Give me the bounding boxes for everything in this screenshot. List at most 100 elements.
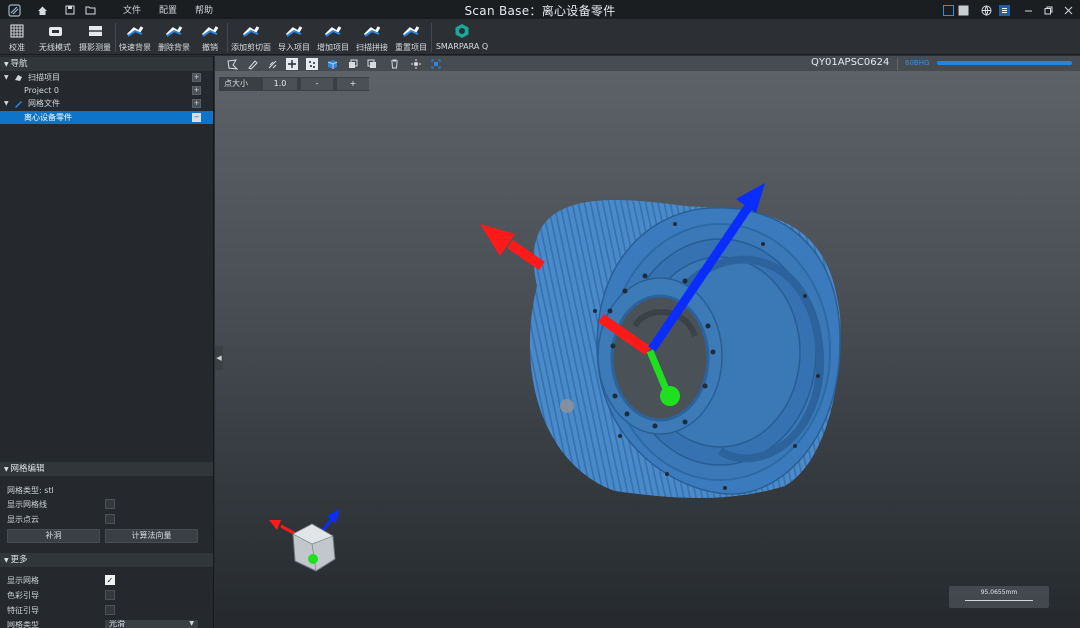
fill-holes-button[interactable]: 补洞 bbox=[7, 529, 100, 543]
mesh-type-select[interactable]: 光滑 ▼ bbox=[105, 620, 198, 628]
add-project-label: 增加项目 bbox=[317, 43, 349, 52]
layout-split-icon[interactable] bbox=[955, 2, 971, 18]
tree-item-label: Project 0 bbox=[24, 86, 60, 95]
mesh-file-icon bbox=[14, 99, 23, 108]
wireless-mode-button[interactable]: 无线模式 bbox=[36, 21, 74, 54]
import-project-label: 导入项目 bbox=[278, 43, 310, 52]
app-window: 文件 配置 帮助 Scan Base：离心设备零件 校准 无线模式 摄影测量 快… bbox=[0, 0, 1080, 628]
tree-item-scan-projects[interactable]: ▼ 扫描项目 + bbox=[0, 71, 213, 84]
smarpara-logo-icon bbox=[454, 21, 470, 41]
toolbar-separator bbox=[227, 23, 228, 52]
save-icon[interactable] bbox=[62, 2, 78, 18]
delete-background-icon bbox=[165, 21, 183, 41]
scale-value-text: 95.0655mm bbox=[980, 589, 1018, 596]
scan-project-icon bbox=[14, 73, 23, 82]
nav-header-label: 导航 bbox=[10, 59, 28, 69]
color-guide-label: 色彩引导 bbox=[7, 591, 39, 600]
tree-item-mesh-files[interactable]: ▼ 网格文件 + bbox=[0, 97, 213, 110]
undo-button[interactable]: 撤销 bbox=[198, 21, 222, 54]
scale-bar-line bbox=[965, 600, 1033, 601]
main-toolbar: 校准 无线模式 摄影测量 快速背景 删除背景 撤销 添加剪切面 导入项目 增加项… bbox=[0, 20, 1080, 55]
remove-mesh-button[interactable]: − bbox=[192, 113, 201, 122]
language-globe-icon[interactable] bbox=[978, 2, 994, 18]
smarpara-q-label: SMARPARA Q bbox=[435, 42, 489, 51]
home-icon[interactable] bbox=[34, 2, 50, 18]
show-wireframe-checkbox[interactable] bbox=[105, 499, 115, 509]
orientation-cube[interactable] bbox=[269, 509, 340, 572]
smarpara-q-button[interactable]: SMARPARA Q bbox=[435, 21, 489, 54]
left-panel: ▼ 导航 ▼ 扫描项目 + Project 0 + ▼ 网格文件 + 离心设备零… bbox=[0, 56, 214, 628]
add-scan-project-button[interactable]: + bbox=[192, 73, 201, 82]
3d-viewport[interactable]: QY01APSC0624 60BHG 点大小 1.0 - + ◀ 95.0655… bbox=[215, 56, 1080, 628]
project0-action-button[interactable]: + bbox=[192, 86, 201, 95]
calibrate-button[interactable]: 校准 bbox=[4, 21, 30, 54]
quick-background-icon bbox=[126, 21, 144, 41]
more-section-header[interactable]: ▼ 更多 bbox=[0, 553, 213, 567]
chevron-down-icon: ▼ bbox=[189, 620, 194, 627]
add-project-button[interactable]: 增加项目 bbox=[316, 21, 350, 54]
add-project-icon bbox=[324, 21, 342, 41]
tree-item-centrifuge-part[interactable]: 离心设备零件 − bbox=[0, 111, 213, 124]
import-project-icon bbox=[285, 21, 303, 41]
photogrammetry-label: 摄影测量 bbox=[79, 43, 111, 52]
quick-background-button[interactable]: 快速背景 bbox=[118, 21, 152, 54]
delete-background-label: 删除背景 bbox=[158, 43, 190, 52]
show-point-cloud-checkbox[interactable] bbox=[105, 514, 115, 524]
show-point-cloud-label: 显示点云 bbox=[7, 515, 39, 524]
centrifuge-part-model[interactable] bbox=[529, 199, 841, 498]
delete-background-button[interactable]: 删除背景 bbox=[157, 21, 191, 54]
nav-section-header[interactable]: ▼ 导航 bbox=[0, 57, 213, 71]
scan-stitch-button[interactable]: 扫描拼接 bbox=[355, 21, 389, 54]
photogrammetry-icon bbox=[88, 21, 103, 41]
mesh-edit-header-label: 网格编辑 bbox=[10, 464, 45, 474]
calibration-grid-icon bbox=[10, 21, 24, 41]
reset-project-icon bbox=[402, 21, 420, 41]
undo-icon bbox=[201, 21, 219, 41]
scan-stitch-icon bbox=[363, 21, 381, 41]
expand-arrow-icon: ▼ bbox=[4, 74, 9, 81]
menu-list-icon[interactable] bbox=[996, 2, 1012, 18]
scale-indicator: 95.0655mm bbox=[949, 586, 1049, 608]
expand-arrow-icon: ▼ bbox=[4, 100, 9, 107]
more-header-label: 更多 bbox=[10, 555, 28, 565]
toolbar-separator bbox=[115, 23, 116, 52]
open-folder-icon[interactable] bbox=[82, 2, 98, 18]
compute-normals-button[interactable]: 计算法向量 bbox=[105, 529, 198, 543]
quick-background-label: 快速背景 bbox=[119, 43, 151, 52]
calibrate-label: 校准 bbox=[9, 43, 25, 52]
minimize-icon[interactable] bbox=[1020, 2, 1036, 18]
toolbar-separator bbox=[431, 23, 432, 52]
show-mesh-checkbox[interactable]: ✓ bbox=[105, 575, 115, 585]
menu-help[interactable]: 帮助 bbox=[195, 3, 213, 16]
tree-item-label: 扫描项目 bbox=[28, 73, 60, 82]
reset-project-label: 重置项目 bbox=[395, 43, 427, 52]
undo-label: 撤销 bbox=[202, 43, 218, 52]
mesh-type-text: 网格类型: stl bbox=[7, 486, 54, 495]
scan-stitch-label: 扫描拼接 bbox=[356, 43, 388, 52]
show-wireframe-label: 显示网格线 bbox=[7, 500, 47, 509]
import-project-button[interactable]: 导入项目 bbox=[277, 21, 311, 54]
mesh-edit-section-header[interactable]: ▼ 网格编辑 bbox=[0, 462, 213, 476]
mesh-type-select-label: 网格类型 bbox=[7, 621, 39, 628]
reset-project-button[interactable]: 重置项目 bbox=[394, 21, 428, 54]
app-logo-icon bbox=[6, 2, 22, 18]
restore-icon[interactable] bbox=[1040, 2, 1056, 18]
tree-item-label: 离心设备零件 bbox=[24, 113, 72, 122]
menu-file[interactable]: 文件 bbox=[123, 3, 141, 16]
close-icon[interactable] bbox=[1060, 2, 1076, 18]
menu-config[interactable]: 配置 bbox=[159, 3, 177, 16]
add-clip-plane-icon bbox=[242, 21, 260, 41]
scene-canvas bbox=[269, 183, 841, 572]
layout-single-icon[interactable] bbox=[940, 2, 956, 18]
add-mesh-file-button[interactable]: + bbox=[192, 99, 201, 108]
wireless-mode-label: 无线模式 bbox=[39, 43, 71, 52]
add-clip-plane-button[interactable]: 添加剪切面 bbox=[231, 21, 271, 54]
show-mesh-label: 显示网格 bbox=[7, 576, 39, 585]
color-guide-checkbox[interactable] bbox=[105, 590, 115, 600]
feature-guide-checkbox[interactable] bbox=[105, 605, 115, 615]
title-bar: 文件 配置 帮助 Scan Base：离心设备零件 bbox=[0, 0, 1080, 20]
photogrammetry-button[interactable]: 摄影测量 bbox=[78, 21, 112, 54]
tree-item-label: 网格文件 bbox=[28, 99, 60, 108]
tree-item-project0[interactable]: Project 0 + bbox=[0, 84, 213, 97]
wireless-scanner-icon bbox=[48, 21, 63, 41]
